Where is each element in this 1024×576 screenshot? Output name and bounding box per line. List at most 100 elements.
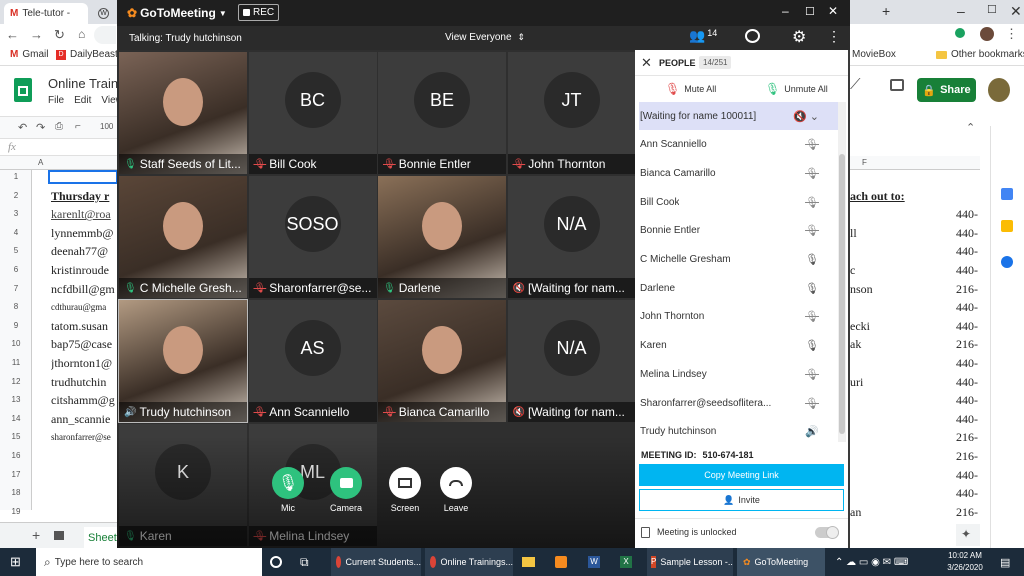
view-selector[interactable]: View Everyone ⇕	[445, 32, 525, 43]
close-icon[interactable]: ✕	[1010, 3, 1022, 20]
sheet-cell[interactable]: cdthurau@gma	[51, 302, 119, 312]
row-number[interactable]: 14	[0, 414, 32, 423]
people-list-item[interactable]: John Thornton 🎙	[639, 303, 839, 331]
sheet-cell[interactable]: 216-	[956, 430, 978, 445]
taskbar-search[interactable]: ⌕ Type here to search	[36, 548, 262, 576]
row-number[interactable]: 6	[0, 265, 32, 274]
media-player-icon[interactable]	[555, 548, 567, 576]
sheet-cell[interactable]: 440-	[956, 375, 978, 390]
start-button[interactable]: ⊞	[10, 548, 21, 576]
selected-cell[interactable]	[48, 170, 118, 184]
minimize-icon[interactable]: –	[957, 3, 965, 19]
row-number[interactable]: 5	[0, 246, 32, 255]
cortana-icon[interactable]	[270, 548, 282, 576]
row-number[interactable]: 15	[0, 432, 32, 441]
back-icon[interactable]: ←	[6, 27, 19, 42]
screen-button[interactable]: Screen	[387, 467, 423, 513]
row-number[interactable]: 12	[0, 377, 32, 386]
sheet-cell[interactable]: ann_scannie	[51, 412, 119, 427]
taskbar-clock[interactable]: 10:02 AM 3/26/2020	[940, 550, 990, 574]
sheet-cell[interactable]: ncfdbill@gm	[51, 282, 119, 297]
forward-icon[interactable]: →	[30, 27, 43, 42]
notifications-icon[interactable]: ▤	[1000, 548, 1010, 576]
video-tile[interactable]: 🎙 Darlene	[378, 176, 506, 298]
reload-icon[interactable]: ↻	[54, 27, 65, 43]
row-number[interactable]: 17	[0, 470, 32, 479]
people-list-item[interactable]: Sharonfarrer@seedsoflitera... 🎙	[639, 389, 839, 417]
avatar[interactable]	[980, 27, 994, 41]
home-icon[interactable]: ⌂	[78, 27, 85, 41]
comment-icon[interactable]	[890, 79, 904, 91]
more-icon[interactable]: ⋮	[827, 28, 841, 45]
sheet-cell[interactable]: ach out to:	[850, 189, 980, 204]
chat-icon[interactable]	[745, 29, 760, 43]
row-number[interactable]: 4	[0, 228, 32, 237]
people-scrollbar[interactable]	[838, 102, 846, 442]
system-tray[interactable]: ⌃ ☁ ▭ ◉ ✉ ⌨	[835, 548, 908, 576]
row-number[interactable]: 9	[0, 321, 32, 330]
sheet-cell[interactable]: trudhutchin	[51, 375, 119, 390]
leave-button[interactable]: Leave	[438, 467, 474, 513]
undo-icon[interactable]: ↶	[18, 121, 27, 134]
print-icon[interactable]: ⎙	[55, 121, 63, 132]
sheet-cell[interactable]: sharonfarrer@se	[51, 432, 119, 442]
people-list-item[interactable]: Melina Lindsey 🎙	[639, 360, 839, 388]
calendar-icon[interactable]	[1001, 188, 1013, 200]
sheet-cell[interactable]: 216-	[956, 337, 978, 352]
row-number[interactable]: 18	[0, 488, 32, 497]
task-view-icon[interactable]: ⧉	[300, 548, 309, 576]
row-number[interactable]: 8	[0, 302, 32, 311]
trend-icon[interactable]: ⟋	[850, 76, 861, 93]
sheet-cell[interactable]: 440-	[956, 226, 978, 241]
tasks-icon[interactable]	[1001, 256, 1013, 268]
sheet-cell[interactable]: 440-	[956, 300, 978, 315]
row-number[interactable]: 11	[0, 358, 32, 367]
maximize-icon[interactable]: ☐	[805, 5, 815, 18]
video-tile[interactable]: JT 🎙 John Thornton	[507, 52, 636, 174]
menu-edit[interactable]: Edit	[74, 95, 91, 106]
people-list-item[interactable]: [Waiting for name 100011] 🔇 ⌄	[639, 102, 839, 130]
rec-indicator[interactable]: REC	[238, 4, 280, 21]
row-number[interactable]: 1	[0, 172, 32, 181]
row-number[interactable]: 3	[0, 209, 32, 218]
sheet-cell[interactable]: 216-	[956, 449, 978, 464]
sheet-cell[interactable]: 440-	[956, 468, 978, 483]
bookmark-dailybeast[interactable]: D DailyBeast	[56, 49, 118, 60]
video-tile[interactable]: AS 🎙 Ann Scanniello	[248, 300, 377, 422]
sheet-cell[interactable]: 440-	[956, 356, 978, 371]
explore-button[interactable]: ✦	[956, 524, 980, 546]
more-icon[interactable]: ⋮	[1005, 26, 1018, 42]
people-list-item[interactable]: Bonnie Entler 🎙	[639, 217, 839, 245]
sheet-cell[interactable]: lynnemmb@	[51, 226, 119, 241]
close-panel-icon[interactable]: ✕	[641, 55, 652, 71]
unmute-all-button[interactable]: 🎙 Unmute All	[765, 82, 828, 96]
sheet-cell[interactable]: 440-	[956, 207, 978, 222]
row-number[interactable]: 16	[0, 451, 32, 460]
bookmark-moviebox[interactable]: MovieBox	[852, 49, 896, 60]
mic-button[interactable]: 🎙 Mic	[270, 467, 306, 513]
document-title[interactable]: Online Trainin	[48, 76, 118, 91]
sheet-cell[interactable]: 440-	[956, 244, 978, 259]
paint-format-icon[interactable]: ⌐	[75, 121, 81, 132]
keep-icon[interactable]	[1001, 220, 1013, 232]
video-tile[interactable]: N/A 🔇 [Waiting for nam...	[507, 300, 636, 422]
mute-all-button[interactable]: 🎙 Mute All	[665, 82, 716, 96]
sheet-cell[interactable]: Thursday r	[51, 189, 119, 204]
file-explorer-icon[interactable]	[522, 548, 535, 576]
copy-meeting-link-button[interactable]: Copy Meeting Link	[639, 464, 844, 486]
sheet-cell[interactable]: deenah77@	[51, 244, 119, 259]
redo-icon[interactable]: ↷	[36, 121, 45, 134]
video-tile[interactable]: 🔊 Trudy hutchinson	[118, 299, 248, 423]
avatar[interactable]	[988, 78, 1010, 102]
bookmark-gmail[interactable]: M Gmail	[10, 49, 48, 60]
lock-toggle[interactable]	[815, 526, 839, 539]
video-tile[interactable]: 🎙 Bianca Camarillo	[378, 300, 506, 422]
video-tile[interactable]: 🎙 C Michelle Gresh...	[119, 176, 247, 298]
add-sheet-icon[interactable]: +	[32, 527, 40, 543]
taskbar-app-chrome[interactable]: Current Students...	[331, 548, 421, 576]
zoom-select[interactable]: 100	[100, 122, 113, 131]
all-sheets-icon[interactable]	[54, 531, 64, 540]
invite-button[interactable]: 👤 Invite	[639, 489, 844, 511]
sheet-cell[interactable]: tatom.susan	[51, 319, 119, 334]
sheet-cell[interactable]: jthornton1@	[51, 356, 119, 371]
